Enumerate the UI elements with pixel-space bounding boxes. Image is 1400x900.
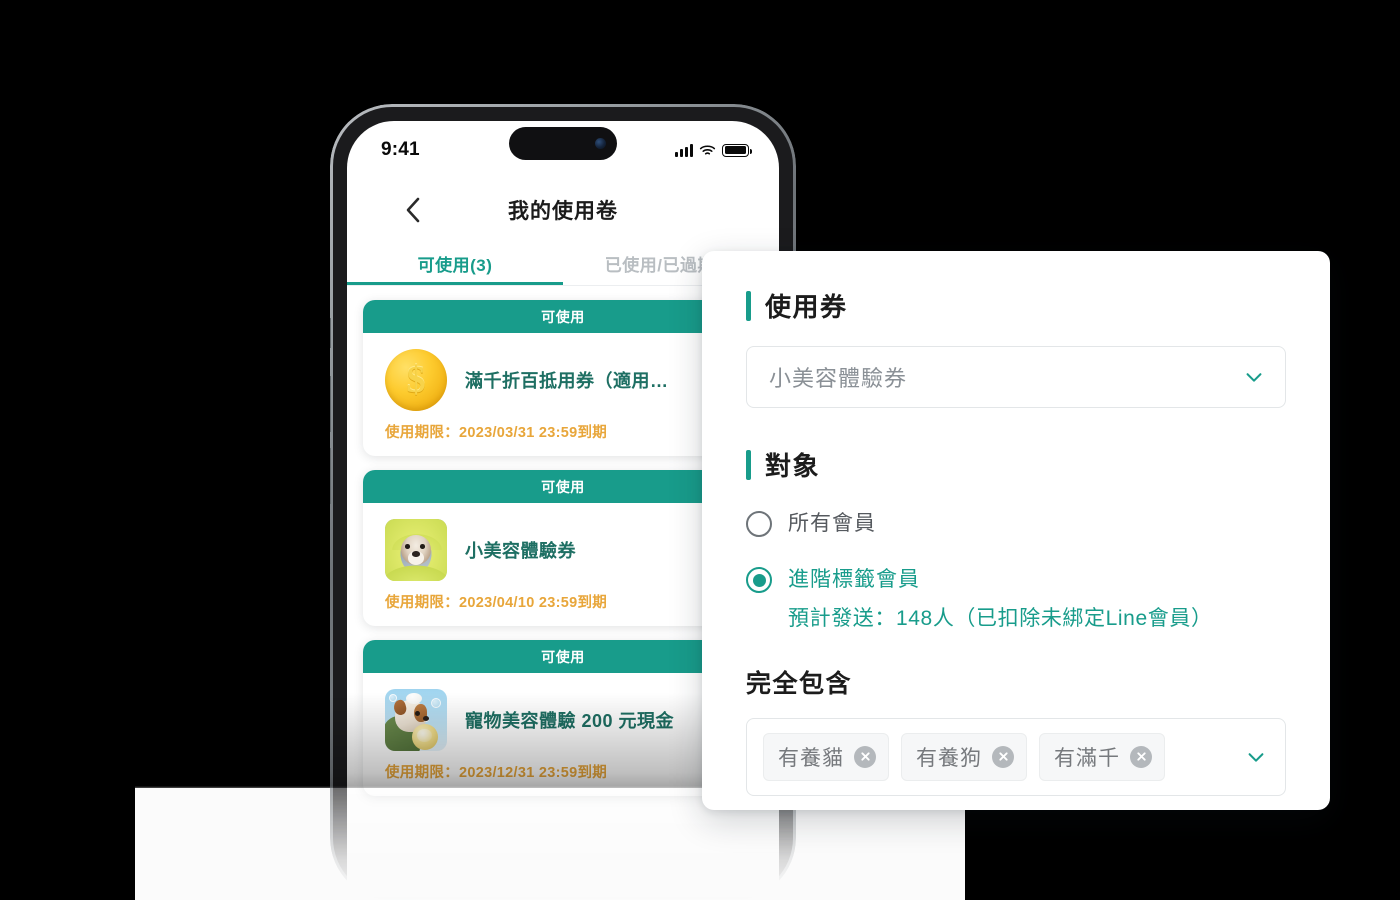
tag-label: 有養狗 [916, 746, 982, 770]
phone-silent-switch[interactable] [327, 318, 331, 348]
radio-all-members-label: 所有會員 [788, 512, 876, 535]
close-circle-icon[interactable] [1130, 745, 1152, 768]
dynamic-island [509, 127, 617, 160]
coupon-section-header: 使用券 [746, 287, 1286, 324]
front-camera-icon [595, 138, 606, 149]
radio-button-icon [746, 511, 772, 537]
dog-with-bubbles-photo [385, 689, 447, 751]
screenshot-stage: 9:41 我的使用卷 可使用(3) 已使用/已過期(3) 可使用 $ 滿千折百抵… [0, 0, 1400, 900]
close-circle-icon[interactable] [854, 745, 876, 768]
battery-full-icon [722, 143, 752, 157]
target-section-header: 對象 [746, 446, 1286, 483]
status-icons [675, 143, 752, 157]
radio-button-selected-icon [746, 567, 772, 594]
cellular-bars-icon [675, 143, 693, 157]
tag-chip[interactable]: 有養貓 [763, 732, 889, 781]
target-section-title: 對象 [765, 451, 821, 481]
include-tags-field[interactable]: 有養貓 有養狗 有滿千 [746, 717, 1286, 796]
status-bar: 9:41 [347, 121, 779, 179]
radio-tagged-members-label: 進階標籤會員 [788, 568, 920, 592]
back-button[interactable] [399, 196, 427, 224]
close-circle-icon[interactable] [992, 745, 1014, 768]
status-clock: 9:41 [381, 139, 420, 160]
section-accent-bar [746, 290, 751, 321]
tab-available[interactable]: 可使用(3) [347, 241, 563, 285]
chevron-down-icon [1246, 373, 1262, 382]
chevron-down-icon[interactable] [1245, 746, 1267, 768]
tag-label: 有養貓 [778, 746, 844, 770]
coupon-name: 滿千折百抵用券（適用… [465, 371, 669, 391]
app-navbar: 我的使用卷 [347, 179, 779, 241]
radio-tagged-members[interactable]: 進階標籤會員 預計發送：148人（已扣除未綁定Line會員） [746, 565, 1286, 631]
estimated-recipients-text: 預計發送：148人（已扣除未綁定Line會員） [788, 606, 1213, 630]
tag-chip[interactable]: 有滿千 [1039, 732, 1165, 781]
radio-all-members[interactable]: 所有會員 [746, 509, 1286, 539]
include-section-title: 完全包含 [746, 669, 853, 698]
chevron-left-icon [406, 197, 420, 223]
coupon-name: 寵物美容體驗 200 元現金 [465, 711, 675, 731]
section-accent-bar [746, 449, 751, 480]
campaign-settings-panel: 使用券 小美容體驗券 對象 所有會員 進階標籤會員 預計發送：148人（已扣除未… [702, 251, 1330, 810]
phone-volume-up-button[interactable] [327, 376, 331, 432]
tag-chip[interactable]: 有養狗 [901, 732, 1027, 781]
coupon-section-title: 使用券 [765, 292, 848, 322]
dog-in-yellow-towel-photo [385, 519, 447, 581]
coupon-select[interactable]: 小美容體驗券 [746, 346, 1286, 408]
coupon-name: 小美容體驗券 [465, 541, 576, 561]
tag-label: 有滿千 [1054, 746, 1120, 770]
phone-volume-down-button[interactable] [327, 448, 331, 504]
wifi-icon [699, 144, 716, 157]
coupon-select-value: 小美容體驗券 [769, 366, 908, 391]
gold-coin-icon: $ [385, 349, 447, 411]
